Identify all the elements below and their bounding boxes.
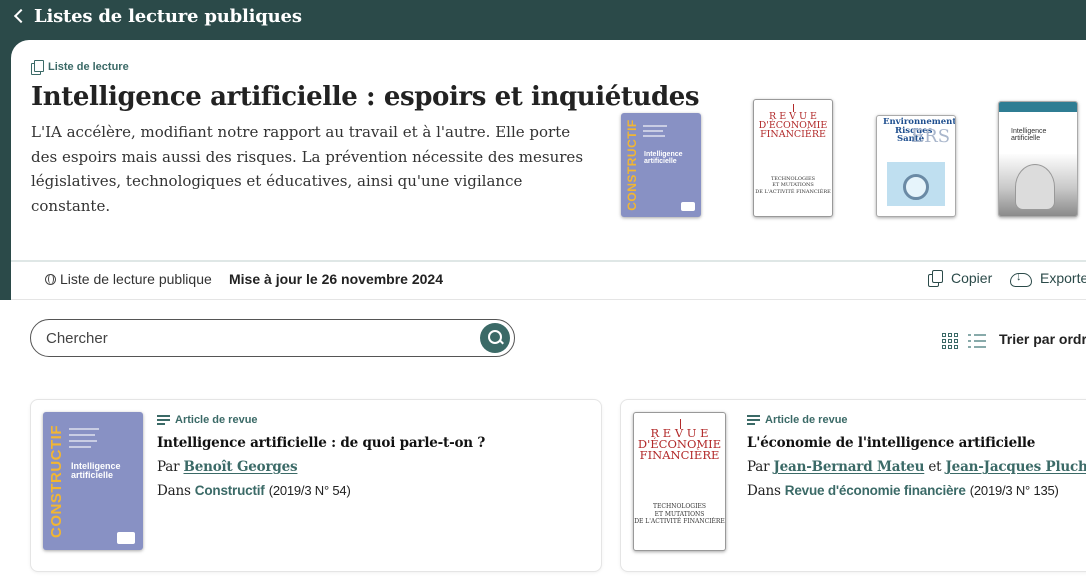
item-title[interactable]: Intelligence artificielle : de quoi parl… — [157, 435, 485, 451]
author-link[interactable]: Benoît Georges — [183, 459, 297, 475]
globe-icon — [45, 273, 56, 285]
copy-label: Copier — [951, 270, 993, 286]
cloud-download-icon — [1010, 270, 1032, 287]
cover-acronym: ERS — [911, 126, 951, 147]
issue-info: (2019/3 N° 54) — [268, 483, 351, 498]
cover-constructif[interactable]: CONSTRUCTIF Intelligence artificielle — [621, 113, 701, 217]
stack-icon — [31, 60, 44, 75]
search-input[interactable] — [46, 328, 466, 348]
list-type-text: Liste de lecture — [48, 61, 129, 73]
cover-logo — [681, 202, 695, 211]
item-type-text: Article de revue — [765, 414, 848, 426]
item-type-text: Article de revue — [175, 414, 258, 426]
list-type-label: Liste de lecture — [31, 60, 129, 75]
journal-link[interactable]: Constructif — [195, 483, 265, 498]
cover-title: Intelligence artificielle — [644, 151, 683, 166]
item-type: Article de revue — [747, 414, 848, 426]
issue-info: (2019/3 N° 135) — [969, 483, 1059, 498]
cover-band: CONSTRUCTIF — [625, 119, 639, 211]
cover-image — [999, 154, 1077, 216]
cover-title-line: FINANCIÈRE — [760, 129, 826, 141]
updated-date: Mise à jour le 26 novembre 2024 — [229, 271, 443, 287]
robot-icon — [1015, 164, 1055, 210]
export-button[interactable]: Exporter — [1010, 270, 1086, 287]
cover-subtitle-line: TECHNOLOGIES — [653, 503, 706, 510]
cover-revue-economie[interactable]: R E V U E D'ÉCONOMIE FINANCIÈRE TECHNOLO… — [753, 99, 833, 217]
author-link[interactable]: Jean-Bernard Mateu — [773, 459, 924, 475]
back-button[interactable]: Listes de lecture publiques — [12, 4, 302, 28]
back-title: Listes de lecture publiques — [34, 5, 302, 27]
item-title[interactable]: L'économie de l'intelligence artificiell… — [747, 435, 1035, 451]
chevron-left-icon — [13, 8, 29, 24]
item-source: Dans Revue d'économie financière (2019/3… — [747, 483, 1059, 499]
article-icon — [157, 415, 170, 425]
cover-logo — [117, 532, 135, 544]
cover-title: Intelligence artificielle — [71, 461, 121, 481]
sort-button[interactable]: Trier par ordre — [999, 331, 1086, 347]
list-view-icon[interactable] — [968, 333, 986, 349]
journal-link[interactable]: Revue d'économie financière — [785, 483, 966, 498]
copy-button[interactable]: Copier — [928, 270, 993, 287]
search-button[interactable] — [480, 323, 510, 353]
cover-band: CONSTRUCTIF — [47, 424, 65, 538]
cover-title-line: FINANCIÈRE — [639, 447, 720, 462]
author-link[interactable]: Jean-Jacques Pluchart — [946, 459, 1086, 475]
grid-view-icon[interactable] — [942, 333, 958, 349]
page-description: L'IA accélère, modifiant notre rapport a… — [31, 123, 584, 215]
cover-subtitle-line: DE L'ACTIVITÉ FINANCIÈRE — [755, 188, 831, 195]
cover-ers[interactable]: Environnement Risques Santé ERS — [876, 115, 956, 217]
article-icon — [747, 415, 760, 425]
visibility-indicator: Liste de lecture publique — [45, 271, 212, 287]
item-cover[interactable]: R E V U E D'ÉCONOMIE FINANCIÈRE TECHNOLO… — [633, 412, 726, 551]
cover-libre[interactable]: Intelligence artificielle — [998, 101, 1078, 217]
page-title: Intelligence artificielle : espoirs et i… — [31, 82, 700, 112]
magnifier-icon — [903, 173, 929, 200]
copy-icon — [928, 270, 943, 287]
item-type: Article de revue — [157, 414, 258, 426]
cover-image — [887, 162, 945, 206]
cover-subtitle-line: ET MUTATIONS — [654, 510, 705, 518]
cover-title: Intelligence artificielle — [1011, 128, 1047, 142]
item-authors: Par Jean-Bernard Mateu et Jean-Jacques P… — [747, 459, 1086, 475]
export-label: Exporter — [1040, 270, 1086, 286]
search-box — [30, 319, 515, 357]
visibility-text: Liste de lecture publique — [60, 271, 212, 287]
cover-subtitle-line: DE L'ACTIVITÉ FINANCIÈRE — [634, 518, 725, 525]
item-authors: Par Benoît Georges — [157, 459, 298, 475]
item-cover[interactable]: CONSTRUCTIF Intelligence artificielle — [43, 412, 143, 550]
item-source: Dans Constructif (2019/3 N° 54) — [157, 483, 351, 499]
